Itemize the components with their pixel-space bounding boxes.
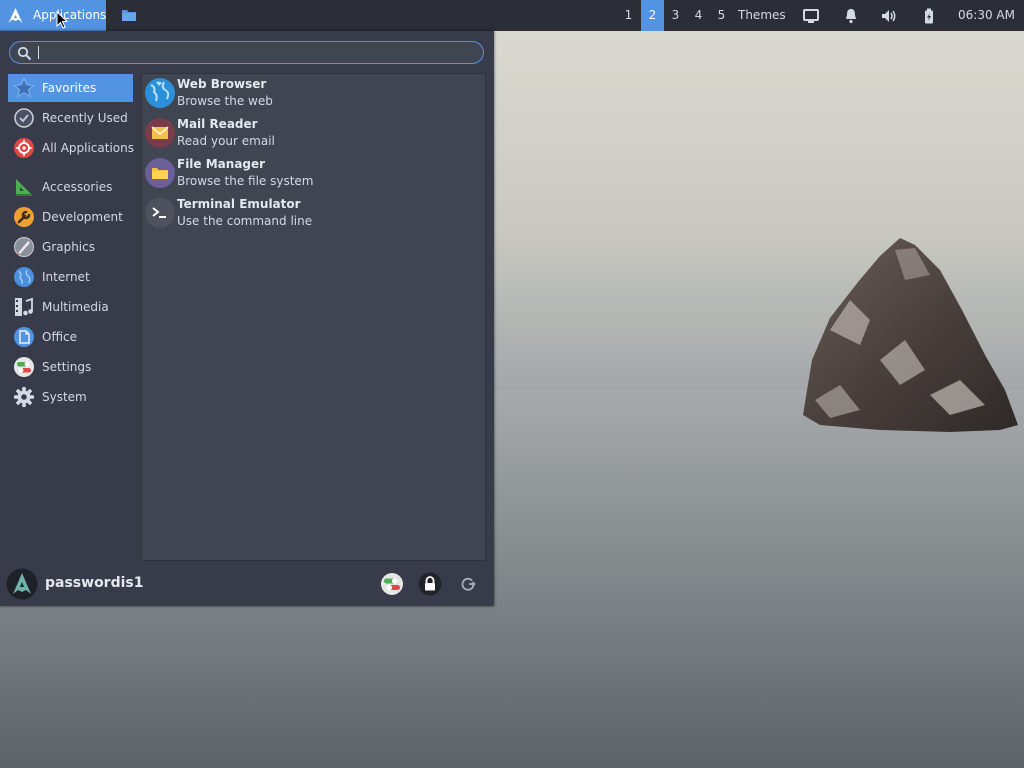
- clock[interactable]: 06:30 AM: [958, 0, 1015, 31]
- toggle-settings-icon: [14, 357, 34, 377]
- category-label: Settings: [42, 360, 92, 374]
- category-all-applications[interactable]: All Applications: [8, 134, 134, 162]
- username: passwordis1: [45, 575, 144, 591]
- app-name: Mail Reader: [177, 117, 258, 131]
- battery-icon[interactable]: [920, 7, 938, 25]
- category-label: Multimedia: [42, 300, 109, 314]
- category-label: Development: [42, 210, 123, 224]
- app-description: Browse the web: [177, 94, 273, 108]
- themes-button[interactable]: Themes: [738, 0, 786, 31]
- menu-footer: passwordis1: [0, 564, 494, 606]
- folder-icon: [145, 158, 175, 188]
- wrench-icon: [14, 207, 34, 227]
- app-web-browser[interactable]: Web Browser Browse the web: [142, 74, 485, 114]
- applications-menu-button[interactable]: Applications: [0, 0, 106, 31]
- category-list: Favorites Recently Used All Applications: [0, 72, 138, 562]
- category-label: System: [42, 390, 87, 404]
- notification-bell-icon[interactable]: [842, 7, 860, 25]
- app-file-manager[interactable]: File Manager Browse the file system: [142, 154, 485, 194]
- category-office[interactable]: Office: [8, 323, 133, 351]
- mouse-pointer-icon: [56, 11, 68, 29]
- log-out-icon[interactable]: [456, 572, 480, 596]
- application-list: Web Browser Browse the web Mail Reader R…: [141, 73, 486, 561]
- category-system[interactable]: System: [8, 383, 133, 411]
- arch-logo-icon: [8, 8, 23, 23]
- category-label: Accessories: [42, 180, 113, 194]
- all-applications-icon: [14, 138, 34, 158]
- app-description: Read your email: [177, 134, 275, 148]
- app-terminal-emulator[interactable]: Terminal Emulator Use the command line: [142, 194, 485, 234]
- workspace-4[interactable]: 4: [687, 0, 710, 31]
- category-label: Graphics: [42, 240, 95, 254]
- applications-menu: Favorites Recently Used All Applications: [0, 31, 494, 606]
- top-panel: Applications 1 2 3 4 5 Themes 06:30 AM: [0, 0, 1024, 31]
- document-icon: [14, 327, 34, 347]
- app-description: Browse the file system: [177, 174, 314, 188]
- category-accessories[interactable]: Accessories: [8, 173, 133, 201]
- category-multimedia[interactable]: Multimedia: [8, 293, 133, 321]
- avatar[interactable]: [6, 568, 38, 600]
- category-internet[interactable]: Internet: [8, 263, 133, 291]
- category-settings[interactable]: Settings: [8, 353, 133, 381]
- gear-icon: [14, 387, 34, 407]
- search-box[interactable]: [9, 41, 484, 64]
- category-label: Favorites: [42, 81, 97, 95]
- graphics-brush-icon: [14, 237, 34, 257]
- star-icon: [13, 77, 35, 98]
- mail-icon: [145, 118, 175, 148]
- search-icon: [17, 46, 32, 61]
- category-favorites[interactable]: Favorites: [8, 74, 133, 102]
- volume-icon[interactable]: [880, 7, 898, 25]
- workspace-2[interactable]: 2: [641, 0, 664, 31]
- app-name: Terminal Emulator: [177, 197, 301, 211]
- display-icon[interactable]: [802, 7, 820, 25]
- category-development[interactable]: Development: [8, 203, 133, 231]
- workspace-1[interactable]: 1: [617, 0, 640, 31]
- search-input[interactable]: [40, 43, 474, 64]
- category-recently-used[interactable]: Recently Used: [8, 104, 133, 132]
- settings-manager-icon[interactable]: [380, 572, 404, 596]
- workspace-5[interactable]: 5: [710, 0, 733, 31]
- clock-icon: [14, 108, 34, 128]
- app-name: File Manager: [177, 157, 266, 171]
- lock-screen-icon[interactable]: [418, 572, 442, 596]
- multimedia-icon: [15, 297, 33, 316]
- file-manager-launcher-icon[interactable]: [120, 7, 138, 23]
- app-name: Web Browser: [177, 77, 267, 91]
- category-graphics[interactable]: Graphics: [8, 233, 133, 261]
- category-label: Office: [42, 330, 78, 344]
- web-browser-icon: [145, 78, 175, 108]
- category-label: All Applications: [42, 141, 134, 155]
- terminal-icon: [145, 198, 175, 228]
- text-cursor: [38, 46, 39, 59]
- globe-icon: [14, 267, 34, 287]
- applications-label: Applications: [33, 8, 107, 22]
- accessories-icon: [16, 179, 32, 196]
- category-label: Recently Used: [42, 111, 128, 125]
- app-description: Use the command line: [177, 214, 313, 228]
- category-label: Internet: [42, 270, 90, 284]
- app-mail-reader[interactable]: Mail Reader Read your email: [142, 114, 485, 154]
- workspace-3[interactable]: 3: [664, 0, 687, 31]
